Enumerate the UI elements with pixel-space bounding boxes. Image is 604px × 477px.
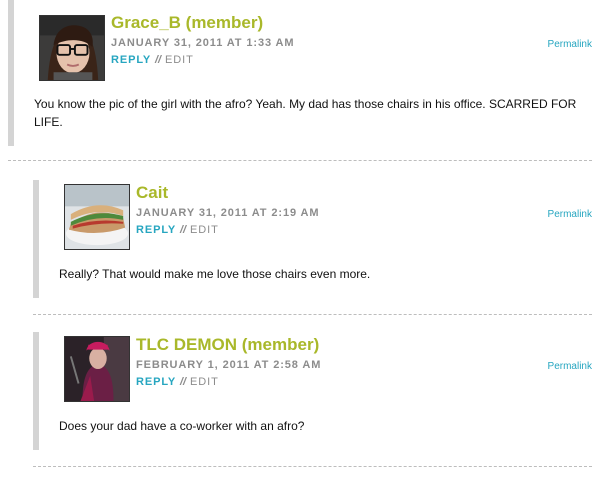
comment-date: FEBRUARY 1, 2011 AT 2:58 AM <box>136 359 322 371</box>
comment-divider <box>8 160 592 161</box>
comment-actions: REPLY // EDIT <box>136 376 219 388</box>
comment-text: Really? That would make me love those ch… <box>59 267 371 281</box>
permalink[interactable]: Permalink <box>548 39 592 50</box>
comment-actions: REPLY // EDIT <box>136 224 219 236</box>
comment-date: JANUARY 31, 2011 AT 1:33 AM <box>111 37 295 49</box>
comment-author[interactable]: Cait <box>136 183 168 203</box>
action-separator: // <box>154 54 162 66</box>
comment-text: You know the pic of the girl with the af… <box>34 97 577 129</box>
reply-link[interactable]: REPLY <box>136 376 176 388</box>
comment-bar <box>8 0 14 146</box>
reply-link[interactable]: REPLY <box>111 54 151 66</box>
comment-cait: Cait JANUARY 31, 2011 AT 2:19 AM REPLY /… <box>0 180 604 300</box>
action-separator: // <box>179 376 187 388</box>
avatar-photo-demon <box>65 337 129 401</box>
comment-divider <box>33 466 592 467</box>
reply-link[interactable]: REPLY <box>136 224 176 236</box>
comment-author[interactable]: TLC DEMON (member) <box>136 335 319 355</box>
edit-link[interactable]: EDIT <box>165 54 194 66</box>
comment-tlc-demon: TLC DEMON (member) FEBRUARY 1, 2011 AT 2… <box>0 332 604 452</box>
comment-bar <box>33 332 39 450</box>
avatar-photo-grace <box>40 16 104 80</box>
avatar[interactable] <box>39 15 105 81</box>
comment-grace: Grace_B (member) JANUARY 31, 2011 AT 1:3… <box>0 0 604 150</box>
avatar-photo-sandwich <box>65 185 129 249</box>
comment-divider <box>33 314 592 315</box>
avatar[interactable] <box>64 184 130 250</box>
comment-actions: REPLY // EDIT <box>111 54 194 66</box>
comment-author[interactable]: Grace_B (member) <box>111 13 263 33</box>
comment-text: Does your dad have a co-worker with an a… <box>59 419 305 433</box>
edit-link[interactable]: EDIT <box>190 376 219 388</box>
edit-link[interactable]: EDIT <box>190 224 219 236</box>
action-separator: // <box>179 224 187 236</box>
comment-date: JANUARY 31, 2011 AT 2:19 AM <box>136 207 320 219</box>
comment-bar <box>33 180 39 298</box>
permalink[interactable]: Permalink <box>548 209 592 220</box>
permalink[interactable]: Permalink <box>548 361 592 372</box>
avatar[interactable] <box>64 336 130 402</box>
